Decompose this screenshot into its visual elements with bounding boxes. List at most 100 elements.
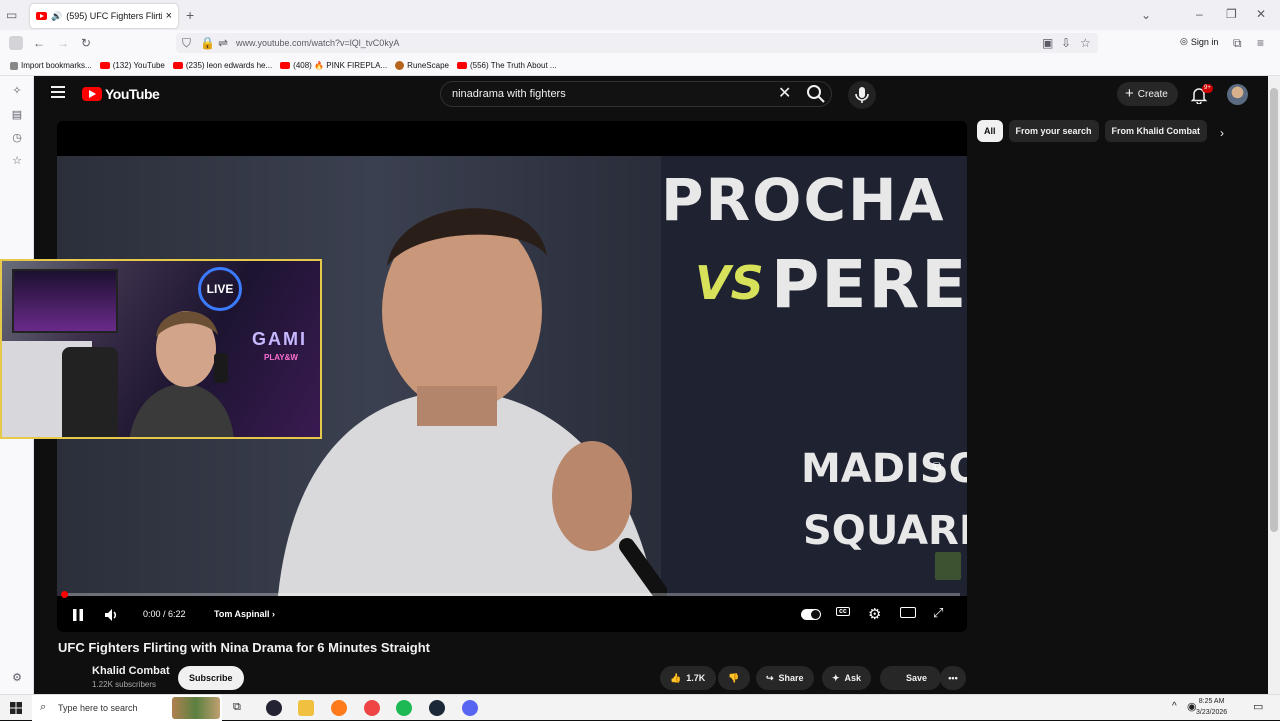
page-scrollbar[interactable] bbox=[1268, 76, 1280, 694]
captions-icon[interactable]: cc bbox=[836, 607, 850, 616]
autoplay-knob bbox=[811, 610, 820, 619]
search-query-text: ninadrama with fighters bbox=[452, 88, 566, 100]
youtube-logo[interactable]: YouTube bbox=[82, 86, 160, 102]
microphone-icon bbox=[855, 87, 869, 103]
subscribe-button[interactable]: Subscribe bbox=[178, 666, 244, 690]
voice-search-button[interactable] bbox=[848, 81, 876, 109]
tab-overview-icon[interactable]: ▭ bbox=[6, 8, 17, 22]
share-button[interactable]: ↪ Share bbox=[756, 666, 814, 690]
notifications-icon[interactable]: ▭ bbox=[1253, 700, 1263, 713]
pause-icon[interactable] bbox=[71, 607, 85, 623]
firefox-icon[interactable] bbox=[331, 700, 347, 716]
volume-icon[interactable] bbox=[103, 607, 119, 623]
fullscreen-icon[interactable]: ⤢ bbox=[933, 605, 943, 621]
chevron-up-icon[interactable]: ^ bbox=[1172, 701, 1177, 712]
new-tab-icon[interactable]: + bbox=[186, 8, 194, 22]
sidebar-toggle-icon[interactable] bbox=[9, 36, 23, 50]
like-button[interactable]: 👍 1.7K bbox=[660, 666, 716, 690]
bookmark-item[interactable]: RuneScape bbox=[395, 61, 449, 70]
bookmarks-toolbar: Import bookmarks... (132) YouTube (235) … bbox=[0, 56, 1280, 76]
bookmark-item[interactable]: (408) 🔥 PINK FIREPLA... bbox=[280, 61, 387, 70]
theater-mode-icon[interactable] bbox=[900, 607, 916, 618]
reload-icon[interactable]: ↻ bbox=[81, 36, 91, 50]
channel-name[interactable]: Khalid Combat bbox=[92, 665, 170, 677]
download-page-icon[interactable]: ⇩ bbox=[1061, 36, 1071, 50]
app-menu-icon[interactable]: ≡ bbox=[1257, 36, 1264, 50]
time-display: 0:00 / 6:22 bbox=[143, 609, 186, 619]
bookmark-label: RuneScape bbox=[407, 61, 449, 70]
progress-bar[interactable] bbox=[64, 593, 960, 596]
bookmark-label: Import bookmarks... bbox=[21, 61, 92, 70]
chip-from-channel[interactable]: From Khalid Combat bbox=[1104, 120, 1208, 142]
thumbs-down-icon: 👎 bbox=[728, 672, 740, 683]
chip-from-your-search[interactable]: From your search bbox=[1008, 120, 1099, 142]
share-label: Share bbox=[778, 673, 804, 683]
list-tabs-icon[interactable]: ⌄ bbox=[1141, 8, 1151, 22]
chapter-button[interactable]: Tom Aspinall › bbox=[214, 609, 275, 619]
dislike-button[interactable]: 👎 bbox=[718, 666, 750, 690]
create-button[interactable]: + Create bbox=[1117, 82, 1178, 106]
webcam-overlay: LIVE GAMI PLAY&W bbox=[0, 259, 322, 439]
tab-title: (595) UFC Fighters Flirting w bbox=[66, 11, 161, 21]
chapter-label: Tom Aspinall bbox=[214, 609, 270, 619]
taskbar-clock[interactable]: 8:25 AM 3/23/2026 bbox=[1196, 696, 1227, 718]
permissions-icon[interactable]: ⇌ bbox=[218, 36, 228, 50]
bookmark-item[interactable]: Import bookmarks... bbox=[10, 61, 92, 70]
thumbs-up-icon: 👍 bbox=[670, 672, 682, 683]
bookmark-item[interactable]: (132) YouTube bbox=[99, 61, 165, 70]
channel-watermark[interactable] bbox=[935, 552, 961, 580]
autoplay-toggle[interactable] bbox=[801, 609, 821, 620]
pip-icon[interactable]: ▣ bbox=[1042, 36, 1053, 50]
account-avatar[interactable] bbox=[1227, 84, 1248, 105]
close-tab-icon[interactable]: × bbox=[166, 10, 172, 22]
bookmark-item[interactable]: (235) leon edwards he... bbox=[172, 61, 273, 70]
scrollbar-thumb[interactable] bbox=[1270, 88, 1278, 532]
overlay-cast-icon[interactable]: ⧉ bbox=[933, 459, 942, 474]
forward-icon[interactable]: → bbox=[57, 36, 69, 50]
chevron-right-icon[interactable]: › bbox=[1220, 126, 1224, 140]
guide-menu-icon[interactable] bbox=[51, 86, 65, 98]
bookmark-item[interactable]: (556) The Truth About ... bbox=[456, 61, 557, 70]
minimize-icon[interactable]: – bbox=[1196, 7, 1203, 21]
extensions-icon[interactable]: ⧉ bbox=[1233, 36, 1242, 50]
taskbar-app-icon[interactable] bbox=[266, 700, 282, 716]
bookmarks-icon[interactable]: ☆ bbox=[10, 154, 24, 168]
spotify-icon[interactable] bbox=[396, 700, 412, 716]
streamer bbox=[124, 291, 234, 437]
bookmark-star-icon[interactable]: ☆ bbox=[1080, 36, 1091, 50]
ai-chatbot-icon[interactable]: ✧ bbox=[10, 84, 24, 98]
more-actions-button[interactable]: ••• bbox=[940, 666, 966, 690]
file-explorer-icon[interactable] bbox=[298, 700, 314, 716]
save-button[interactable]: Save bbox=[880, 666, 942, 690]
youtube-logo-text: YouTube bbox=[105, 86, 160, 102]
back-icon[interactable]: ← bbox=[33, 36, 45, 50]
like-count: 1.7K bbox=[686, 673, 706, 683]
sign-in-button[interactable]: ◎ Sign in bbox=[1180, 36, 1218, 47]
maximize-icon[interactable]: ❐ bbox=[1226, 7, 1237, 21]
clear-search-icon[interactable]: ✕ bbox=[778, 84, 791, 104]
history-icon[interactable]: ◷ bbox=[10, 131, 24, 145]
progress-scrubber[interactable] bbox=[61, 591, 68, 598]
taskbar-app-icon[interactable] bbox=[364, 700, 380, 716]
chip-all[interactable]: All bbox=[977, 120, 1003, 142]
browser-tab-active[interactable]: 🔊 (595) UFC Fighters Flirting w × bbox=[30, 4, 178, 28]
ask-button[interactable]: ✦ Ask bbox=[822, 666, 872, 690]
ask-label: Ask bbox=[844, 673, 862, 683]
search-icon[interactable] bbox=[806, 84, 826, 104]
close-window-icon[interactable]: ✕ bbox=[1256, 7, 1266, 21]
url-bar[interactable]: ⛉ 🔒 ⇌ www.youtube.com/watch?v=lQl_tvC0ky… bbox=[176, 33, 1098, 53]
speaker-icon[interactable]: 🔊 bbox=[51, 11, 62, 22]
channel-avatar[interactable] bbox=[58, 664, 88, 694]
task-view-icon[interactable]: ⧉ bbox=[233, 701, 241, 714]
customize-sidebar-icon[interactable]: ⚙ bbox=[10, 671, 24, 685]
bookmark-label: (235) leon edwards he... bbox=[185, 61, 273, 70]
windows-start-icon[interactable] bbox=[10, 702, 22, 714]
steam-icon[interactable] bbox=[429, 700, 445, 716]
settings-gear-icon[interactable]: ⚙ bbox=[868, 605, 881, 623]
synced-tabs-icon[interactable]: ▤ bbox=[10, 108, 24, 122]
search-input[interactable]: ninadrama with fighters bbox=[440, 81, 832, 107]
shield-icon[interactable]: ⛉ bbox=[182, 36, 191, 50]
lock-icon[interactable]: 🔒 bbox=[200, 36, 215, 50]
taskbar-search-input[interactable]: ⌕ Type here to search bbox=[32, 695, 222, 721]
discord-icon[interactable] bbox=[462, 700, 478, 716]
